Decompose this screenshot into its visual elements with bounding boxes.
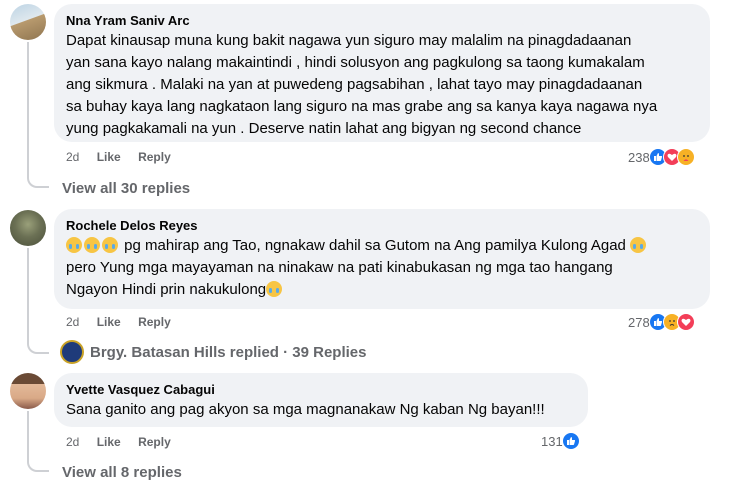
comment-author[interactable]: Rochele Delos Reyes (66, 217, 698, 235)
comment-text: pg mahirap ang Tao, ngnakaw dahil sa Gut… (124, 237, 626, 254)
comment-bubble: Rochele Delos Reyes pg mahirap ang Tao, … (54, 209, 710, 309)
comment-text-line: pero Yung mga mayayaman na ninakaw na pa… (66, 259, 613, 276)
thread-line (27, 411, 29, 459)
avatar[interactable] (10, 373, 46, 409)
reaction-count: 131 (541, 433, 563, 449)
reply-button[interactable]: Reply (138, 434, 171, 450)
comment-actions: 2d Like Reply (66, 314, 185, 330)
comment-text-line: yan sana kayo nalang makaintindi , hindi… (66, 54, 645, 71)
crying-emoji-icon (266, 281, 283, 297)
thread-connector (27, 456, 49, 472)
view-replies-link[interactable]: View all 8 replies (62, 464, 182, 481)
comment-bubble: Yvette Vasquez Cabagui Sana ganito ang p… (54, 373, 588, 427)
love-reaction-icon (676, 313, 695, 331)
timestamp[interactable]: 2d (66, 314, 79, 330)
reaction-count: 238 (628, 149, 650, 165)
comment-text-line: Sana ganito ang pag akyon sa mga magnana… (66, 401, 545, 418)
reaction-summary[interactable]: 131 (541, 430, 580, 452)
like-button[interactable]: Like (97, 434, 121, 450)
reaction-summary[interactable]: 238 (628, 146, 695, 168)
comment-author[interactable]: Yvette Vasquez Cabagui (66, 381, 576, 399)
like-reaction-icon (561, 432, 580, 450)
comment-text-line: sa buhay kaya lang nagkataon lang siguro… (66, 98, 658, 115)
comment-text-line: yung pagkakamali na yun . Deserve natin … (66, 120, 582, 137)
comment-text-line: pg mahirap ang Tao, ngnakaw dahil sa Gut… (66, 235, 698, 257)
comment-bubble: Nna Yram Saniv Arc Dapat kinausap muna k… (54, 4, 710, 142)
timestamp[interactable]: 2d (66, 434, 79, 450)
comment-actions: 2d Like Reply (66, 434, 185, 450)
comment-actions: 2d Like Reply (66, 149, 185, 165)
thread-line (27, 248, 29, 340)
timestamp[interactable]: 2d (66, 149, 79, 165)
replies-preview-link[interactable]: Brgy. Batasan Hills replied · 39 Replies (60, 340, 367, 364)
reaction-summary[interactable]: 278 (628, 311, 695, 333)
thread-connector (27, 172, 49, 188)
like-button[interactable]: Like (97, 314, 121, 330)
replies-preview-text: Brgy. Batasan Hills replied · 39 Replies (90, 343, 367, 361)
sad-emoji-icon (102, 237, 118, 253)
care-reaction-icon (676, 148, 695, 166)
thread-connector (27, 338, 49, 354)
page-avatar (60, 340, 84, 364)
avatar[interactable] (10, 4, 46, 40)
comment-text-line: Ngayon Hindi prin nakukulong (66, 279, 698, 301)
reply-button[interactable]: Reply (138, 314, 171, 330)
view-replies-link[interactable]: View all 30 replies (62, 180, 190, 197)
reaction-count: 278 (628, 314, 650, 330)
crying-emoji-icon (84, 237, 100, 253)
comment-text-line: Dapat kinausap muna kung bakit nagawa yu… (66, 32, 632, 49)
crying-emoji-icon (630, 237, 647, 253)
comment-text: Ngayon Hindi prin nakukulong (66, 281, 267, 298)
comment-author[interactable]: Nna Yram Saniv Arc (66, 12, 698, 30)
avatar[interactable] (10, 210, 46, 246)
sad-emoji-icon (66, 237, 82, 253)
reply-button[interactable]: Reply (138, 149, 171, 165)
comment-text-line: ang sikmura . Malaki na yan at puwedeng … (66, 76, 643, 93)
thread-line (27, 42, 29, 174)
like-button[interactable]: Like (97, 149, 121, 165)
